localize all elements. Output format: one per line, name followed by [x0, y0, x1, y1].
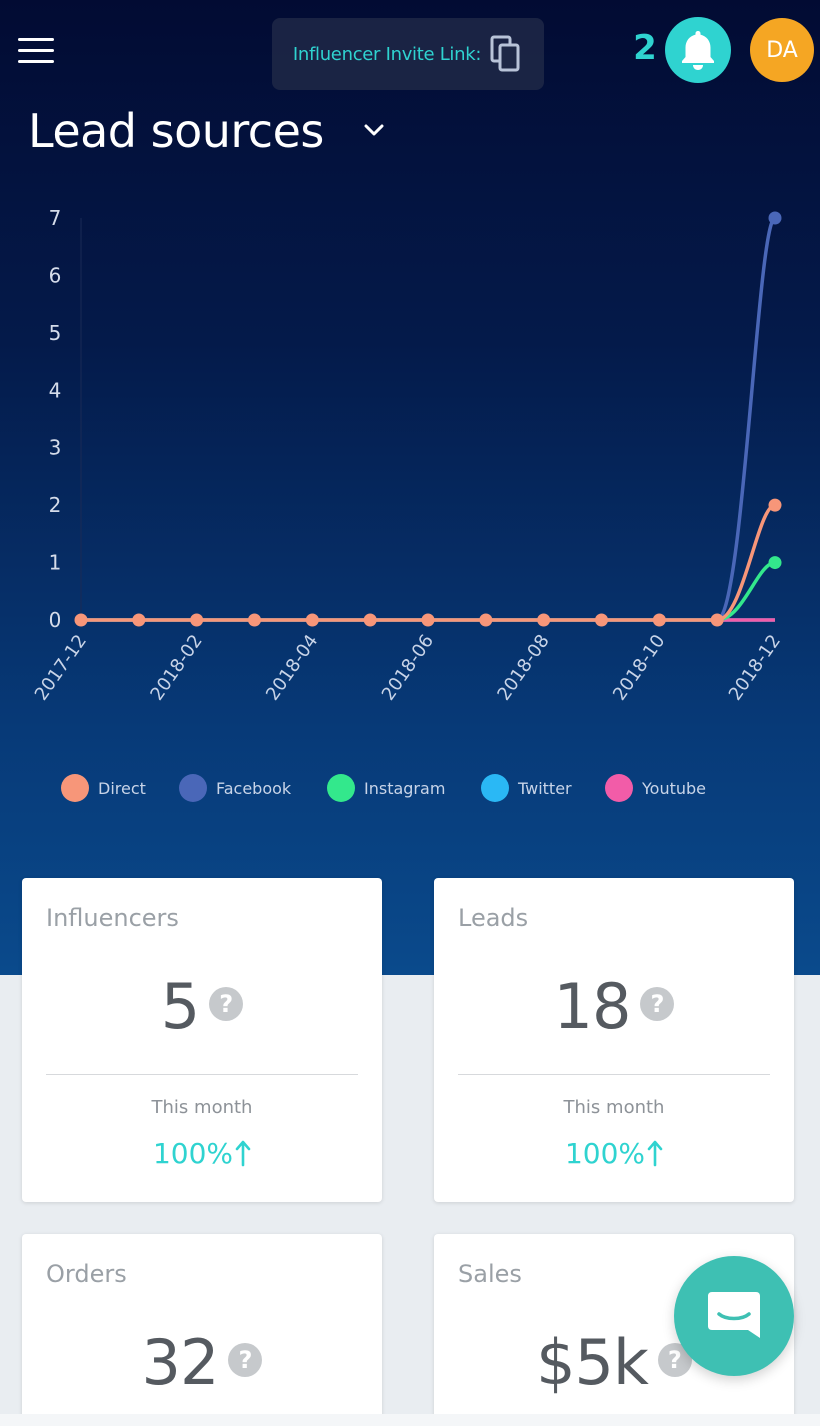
series-line-facebook [80, 216, 777, 622]
x-tick-label: 2018-02 [146, 631, 206, 705]
chat-button[interactable] [674, 1256, 794, 1376]
legend-item-direct[interactable]: Direct [61, 770, 146, 806]
data-point-direct [710, 613, 724, 627]
legend-label: Twitter [518, 778, 572, 798]
legend-label: Facebook [216, 778, 292, 798]
legend-swatch [179, 774, 207, 802]
data-point-instagram [768, 556, 782, 570]
data-point-direct [305, 613, 319, 627]
y-tick-label: 5 [49, 321, 62, 345]
legend-swatch [481, 774, 509, 802]
y-tick-label: 4 [49, 378, 62, 402]
notifications-button[interactable] [665, 17, 731, 83]
lead-sources-chart-svg: 0 1 2 3 4 5 6 7 2017-12 2018-02 2018-04 2018-06 2018… [31, 206, 785, 705]
legend-label: Direct [98, 778, 146, 798]
y-tick-label: 7 [49, 206, 62, 230]
y-tick-label: 2 [49, 493, 62, 517]
card-delta: 100% [22, 1133, 382, 1173]
card-value-row: 5 ? [22, 968, 382, 1044]
card-title: Sales [458, 1260, 522, 1288]
y-tick-label: 0 [49, 608, 62, 632]
orders-card: Orders 32 ? [22, 1234, 382, 1426]
help-icon[interactable]: ? [640, 987, 675, 1021]
lead-sources-chart: 0 1 2 3 4 5 6 7 2017-12 2018-02 2018-04 2018-06 2018… [0, 195, 820, 735]
card-delta-value: 100% [564, 1136, 646, 1170]
invite-link-button[interactable]: Influencer Invite Link: [272, 18, 544, 90]
legend-swatch [327, 774, 355, 802]
data-point-direct [363, 613, 377, 627]
data-point-facebook [768, 211, 782, 225]
x-tick-label: 2018-10 [609, 631, 669, 705]
data-point-direct [652, 613, 666, 627]
x-tick-label: 2018-06 [378, 631, 438, 705]
data-point-direct [74, 613, 88, 627]
menu-icon[interactable] [18, 38, 54, 64]
card-value: 32 [141, 1325, 220, 1399]
top-bar: Influencer Invite Link: 2 DA [0, 0, 820, 100]
data-point-direct [132, 613, 146, 627]
legend-item-instagram[interactable]: Instagram [327, 770, 445, 806]
data-point-direct [595, 613, 608, 627]
data-point-direct [190, 613, 204, 627]
chart-legend: Direct Facebook Instagram Twitter Youtub… [0, 770, 820, 806]
chat-icon [708, 1292, 760, 1338]
legend-swatch [61, 774, 89, 802]
chevron-down-icon[interactable] [362, 120, 386, 140]
card-divider [458, 1074, 770, 1075]
copy-icon [490, 35, 520, 72]
help-icon[interactable]: ? [209, 987, 244, 1021]
arrow-up-icon [235, 1140, 251, 1167]
legend-item-facebook[interactable]: Facebook [179, 770, 291, 806]
avatar[interactable]: DA [750, 18, 814, 82]
legend-item-youtube[interactable]: Youtube [605, 770, 706, 806]
bell-icon [682, 31, 714, 70]
arrow-up-icon [647, 1140, 663, 1167]
card-delta: 100% [434, 1133, 794, 1173]
leads-card: Leads 18 ? This month 100% [434, 878, 794, 1202]
help-icon[interactable]: ? [228, 1343, 263, 1377]
card-value-row: 32 ? [22, 1324, 382, 1400]
data-point-direct [537, 613, 551, 627]
x-tick-label: 2018-08 [493, 631, 553, 705]
card-title: Leads [458, 904, 529, 932]
series-line-instagram [80, 560, 776, 622]
data-point-direct [248, 613, 261, 627]
x-tick-label: 2018-12 [725, 631, 785, 705]
card-title: Orders [46, 1260, 127, 1288]
legend-label: Instagram [364, 778, 446, 798]
notification-count: 2 [633, 28, 657, 68]
y-tick-label: 1 [49, 551, 62, 575]
card-value: 18 [553, 969, 632, 1043]
invite-link-label: Influencer Invite Link: [292, 43, 482, 65]
y-tick-label: 6 [49, 263, 62, 287]
card-period-label: This month [563, 1097, 665, 1118]
legend-label: Youtube [642, 778, 706, 798]
data-point-direct [421, 613, 435, 627]
legend-item-twitter[interactable]: Twitter [481, 770, 572, 806]
series-line-direct [80, 503, 776, 622]
card-divider [46, 1074, 358, 1075]
y-tick-label: 3 [49, 436, 62, 460]
page-title: Lead sources [28, 104, 324, 158]
bottom-strip [0, 1414, 820, 1426]
card-delta-value: 100% [152, 1136, 234, 1170]
influencers-card: Influencers 5 ? This month 100% [22, 878, 382, 1202]
card-value: $5k [536, 1325, 649, 1399]
legend-swatch [605, 774, 633, 802]
card-value: 5 [160, 969, 200, 1043]
x-tick-label: 2018-04 [262, 631, 322, 705]
card-title: Influencers [46, 904, 179, 932]
x-tick-label: 2017-12 [31, 631, 91, 705]
card-value-row: 18 ? [434, 968, 794, 1044]
card-period-label: This month [151, 1097, 253, 1118]
data-point-direct [768, 498, 782, 512]
data-point-direct [479, 613, 493, 627]
